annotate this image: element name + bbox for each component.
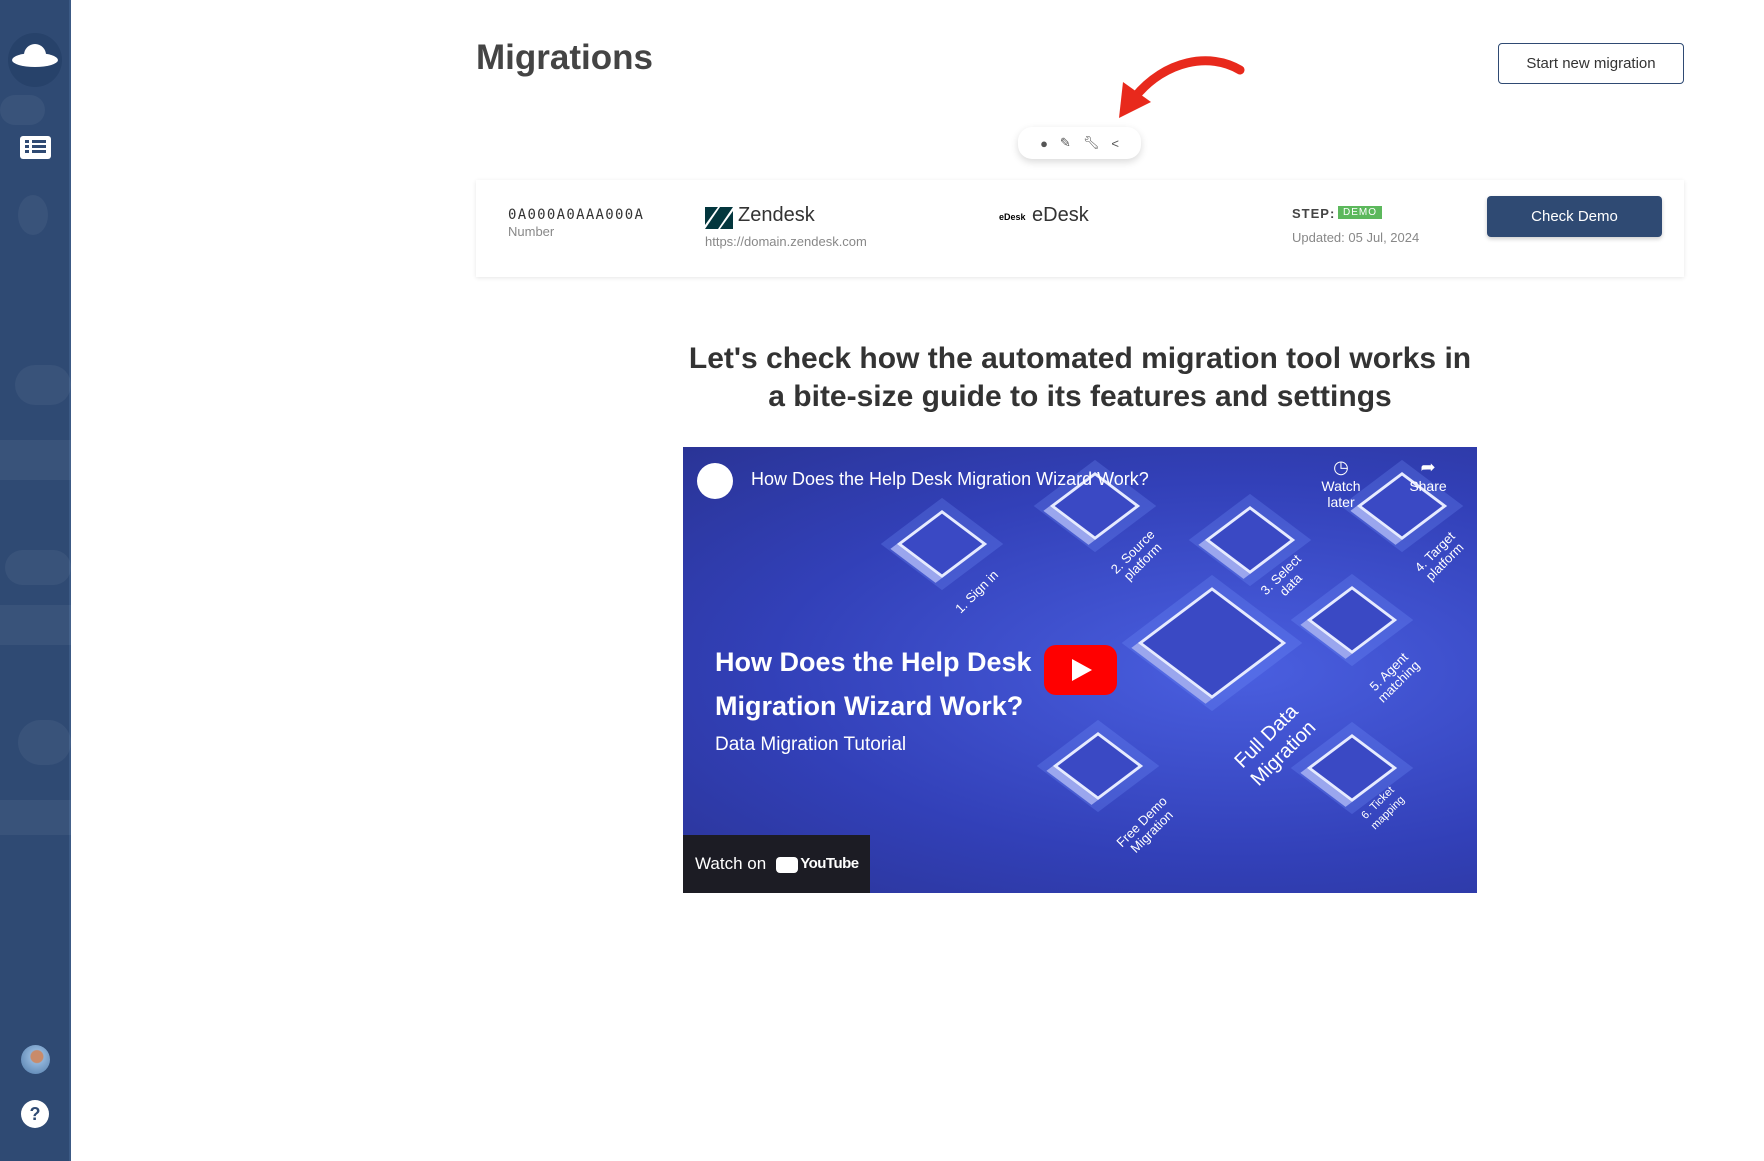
step-label: 1. Sign in <box>952 567 1002 617</box>
step-label: Full Data Migration <box>1230 700 1321 791</box>
check-demo-button[interactable]: Check Demo <box>1487 196 1662 237</box>
youtube-label: YouTube <box>800 855 859 873</box>
step-label: STEP: <box>1292 206 1336 221</box>
step-label: Free Demo Migration <box>1113 793 1176 856</box>
sidebar: ? <box>0 0 71 1161</box>
youtube-video-embed[interactable]: 1. Sign in 2. Source platform 3. Select … <box>683 447 1477 893</box>
share-label: Share <box>1409 478 1447 494</box>
clock-icon: ◷ <box>1333 457 1349 477</box>
migration-toolbar: ● ✎ 🔧︎ < <box>1018 127 1141 159</box>
wrench-icon[interactable]: 🔧︎ <box>1083 135 1100 151</box>
list-icon[interactable] <box>20 136 51 159</box>
watch-later-button[interactable]: ◷ Watch later <box>1311 457 1371 510</box>
avatar[interactable] <box>21 1045 50 1074</box>
updated-date: Updated: 05 Jul, 2024 <box>1292 230 1420 245</box>
video-headline: How Does the Help Desk Migration Wizard W… <box>715 640 1032 728</box>
step-tile <box>896 509 988 579</box>
zendesk-logo-icon <box>705 207 733 229</box>
step-label: 2. Source platform <box>1107 526 1165 584</box>
target-platform-name: eDesk <box>1032 204 1089 226</box>
share-arrow-icon: ➦ <box>1420 457 1436 477</box>
step-tile <box>1137 587 1287 699</box>
watch-later-label: Watch later <box>1321 478 1361 510</box>
guide-heading: Let's check how the automated migration … <box>688 342 1472 413</box>
headline-line: Migration Wizard Work? <box>715 691 1024 721</box>
migration-number: 0A000A0AAA000A <box>508 207 645 223</box>
channel-logo-icon[interactable] <box>697 463 733 499</box>
logo-icon[interactable] <box>8 33 62 87</box>
step-badge: DEMO <box>1338 206 1382 219</box>
headline-line: How Does the Help Desk <box>715 647 1032 677</box>
share-icon[interactable]: < <box>1111 136 1119 151</box>
video-subtitle: Data Migration Tutorial <box>715 734 907 755</box>
watch-on-label: Watch on <box>695 854 767 873</box>
step-tile <box>1052 731 1144 801</box>
help-icon[interactable]: ? <box>21 1100 49 1128</box>
youtube-logo-icon: YouTube <box>776 855 859 873</box>
step-tile <box>1306 585 1398 655</box>
migration-card: 0A000A0AAA000A Number Zendesk https://do… <box>476 180 1684 277</box>
step-label: 5. Agent matching <box>1366 649 1423 706</box>
watch-on-youtube-button[interactable]: Watch on YouTube <box>683 835 870 893</box>
page-title: Migrations <box>476 38 653 77</box>
edit-icon[interactable]: ✎ <box>1060 135 1071 151</box>
source-platform-name: Zendesk <box>738 204 815 226</box>
start-new-migration-button[interactable]: Start new migration <box>1498 43 1684 84</box>
source-url: https://domain.zendesk.com <box>705 234 867 249</box>
info-icon[interactable]: ● <box>1040 136 1048 151</box>
edesk-logo-icon: eDesk <box>999 212 1026 222</box>
share-button[interactable]: ➦ Share <box>1403 457 1453 494</box>
video-title[interactable]: How Does the Help Desk Migration Wizard … <box>751 469 1149 490</box>
number-label: Number <box>508 224 555 239</box>
play-button[interactable] <box>1044 645 1117 695</box>
step-label: 4. Target platform <box>1411 528 1467 584</box>
red-arrow-annotation <box>1119 56 1245 118</box>
